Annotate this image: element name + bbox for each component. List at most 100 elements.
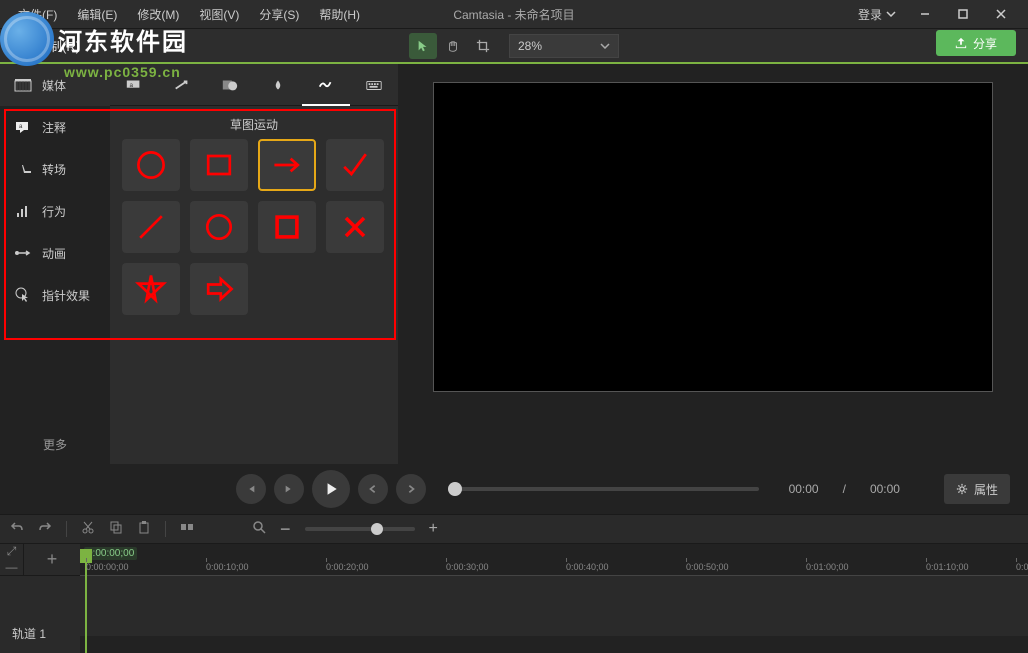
sidebar-item-cursor[interactable]: 指针效果 — [0, 274, 110, 316]
record-button[interactable]: 录制(R) — [6, 32, 88, 60]
hand-tool[interactable] — [439, 33, 467, 59]
menu-view[interactable]: 视图(V) — [189, 6, 249, 23]
menu-help[interactable]: 帮助(H) — [309, 6, 370, 23]
shape-line[interactable] — [122, 201, 180, 253]
zoom-in-button[interactable]: + — [429, 520, 438, 538]
paste-button[interactable] — [137, 520, 151, 539]
shape-star[interactable] — [122, 263, 180, 315]
zoom-select[interactable]: 28% — [509, 34, 619, 58]
tick: 0:00:00;00 — [86, 562, 129, 572]
maximize-button[interactable] — [944, 0, 982, 28]
copy-button[interactable] — [109, 520, 123, 539]
sidebar-label-transition: 转场 — [42, 161, 66, 178]
menu-modify[interactable]: 修改(M) — [127, 6, 189, 23]
sidebar-item-transition[interactable]: 转场 — [0, 148, 110, 190]
select-tool[interactable] — [409, 33, 437, 59]
gear-icon — [956, 483, 968, 495]
tab-blur[interactable] — [254, 64, 302, 106]
tab-callout[interactable]: a — [110, 64, 158, 106]
tick: 0:01:00;00 — [806, 562, 849, 572]
tick: 0:0 — [1016, 562, 1028, 572]
expand-tracks-button[interactable]: ⤢ — [0, 543, 23, 559]
next-marker-button[interactable] — [396, 474, 426, 504]
animation-icon — [14, 246, 32, 260]
canvas-tools: 28% — [409, 33, 619, 59]
shape-square-outline[interactable] — [190, 139, 248, 191]
shape-arrow-block[interactable] — [190, 263, 248, 315]
login-label: 登录 — [858, 6, 882, 23]
app-title: Camtasia - 未命名项目 — [453, 6, 574, 23]
sidebar-label-cursor: 指针效果 — [42, 287, 90, 304]
shape-circle-outline-2[interactable] — [190, 201, 248, 253]
minimize-button[interactable] — [906, 0, 944, 28]
menu-edit[interactable]: 编辑(E) — [67, 6, 127, 23]
track-1[interactable] — [80, 576, 1028, 636]
panel-header: 草图运动 — [110, 106, 398, 139]
sidebar-item-behavior[interactable]: 行为 — [0, 190, 110, 232]
maximize-icon — [958, 9, 968, 19]
properties-button[interactable]: 属性 — [944, 474, 1010, 504]
annotation-tabs: a — [110, 64, 398, 106]
transition-icon — [14, 162, 32, 176]
annotation-icon: a — [14, 120, 32, 134]
share-button[interactable]: 分享 — [936, 30, 1016, 56]
tick: 0:00:20;00 — [326, 562, 369, 572]
crop-tool[interactable] — [469, 33, 497, 59]
sidebar-item-animation[interactable]: 动画 — [0, 232, 110, 274]
preview-canvas[interactable] — [433, 82, 993, 392]
zoom-slider[interactable] — [305, 527, 415, 531]
minimize-icon — [920, 9, 930, 19]
tab-arrow[interactable] — [158, 64, 206, 106]
split-button[interactable] — [180, 520, 194, 539]
cursor-icon — [14, 288, 32, 302]
add-track-button[interactable]: + — [24, 543, 80, 575]
play-button[interactable] — [312, 470, 350, 508]
timeline-toolbar: − + — [0, 514, 1028, 544]
sidebar-label-annotation: 注释 — [42, 119, 66, 136]
chevron-down-icon — [600, 43, 610, 49]
sidebar-label-media: 媒体 — [42, 77, 66, 94]
tab-sketch[interactable] — [302, 64, 350, 106]
record-icon — [14, 38, 30, 54]
current-time: 00:00 — [789, 482, 819, 496]
close-button[interactable] — [982, 0, 1020, 28]
record-label: 录制(R) — [36, 36, 80, 55]
next-frame-button[interactable] — [274, 474, 304, 504]
close-icon — [996, 9, 1006, 19]
timeline-tracks[interactable]: 0:00:00;00 0:00:00;00 0:00:10;00 0:00:20… — [80, 544, 1028, 653]
chevron-down-icon — [886, 11, 896, 17]
undo-button[interactable] — [10, 520, 24, 539]
prev-frame-button[interactable] — [236, 474, 266, 504]
shape-x[interactable] — [326, 201, 384, 253]
sidebar-more[interactable]: 更多 — [0, 424, 110, 464]
prev-marker-button[interactable] — [358, 474, 388, 504]
time-separator: / — [843, 482, 846, 496]
login-button[interactable]: 登录 — [848, 6, 906, 23]
svg-text:a: a — [130, 81, 134, 88]
tick: 0:01:10;00 — [926, 562, 969, 572]
timeline: ⤢ — + 轨道 1 0:00:00;00 0:00:00;00 0:00:10… — [0, 544, 1028, 653]
menu-file[interactable]: 文件(F) — [8, 6, 67, 23]
sidebar-item-media[interactable]: 媒体 — [0, 64, 110, 106]
cut-button[interactable] — [81, 520, 95, 539]
menu-bar: 文件(F) 编辑(E) 修改(M) 视图(V) 分享(S) 帮助(H) Camt… — [0, 0, 1028, 28]
record-bar: 录制(R) 28% — [0, 28, 1028, 62]
shape-circle-outline[interactable] — [122, 139, 180, 191]
timeline-ruler[interactable]: 0:00:00;00 0:00:00;00 0:00:10;00 0:00:20… — [80, 544, 1028, 576]
shape-square-bold[interactable] — [258, 201, 316, 253]
properties-label: 属性 — [974, 481, 998, 498]
annotations-panel: a 草图运动 — [110, 64, 398, 464]
tick: 0:00:10;00 — [206, 562, 249, 572]
track-label[interactable]: 轨道 1 — [0, 615, 80, 653]
tab-shape[interactable] — [206, 64, 254, 106]
tab-keystroke[interactable] — [350, 64, 398, 106]
seek-slider[interactable] — [448, 487, 759, 491]
shape-arrow-right[interactable] — [258, 139, 316, 191]
shape-check[interactable] — [326, 139, 384, 191]
share-icon — [955, 37, 967, 49]
collapse-tracks-button[interactable]: — — [0, 559, 23, 575]
sidebar-item-annotation[interactable]: a 注释 — [0, 106, 110, 148]
redo-button[interactable] — [38, 520, 52, 539]
zoom-out-button[interactable]: − — [280, 519, 291, 540]
menu-share[interactable]: 分享(S) — [249, 6, 309, 23]
